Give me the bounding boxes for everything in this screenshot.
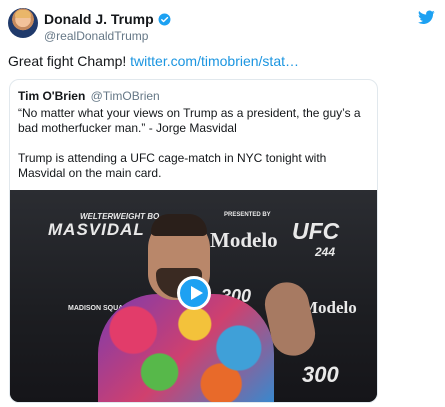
embedded-tweet: Donald J. Trump @realDonaldTrump Great f… xyxy=(0,0,445,407)
backdrop-presented-by: PRESENTED BY xyxy=(224,212,271,218)
backdrop-ufc: UFC xyxy=(292,218,340,244)
tweet-body: Great fight Champ! xyxy=(8,53,131,69)
backdrop-bottom-number: 300 xyxy=(302,362,339,387)
quoted-paragraph-2: Trump is attending a UFC cage-match in N… xyxy=(18,151,327,180)
avatar[interactable] xyxy=(8,8,38,38)
verified-badge-icon xyxy=(158,13,171,25)
quoted-text: “No matter what your views on Trump as a… xyxy=(18,106,368,196)
play-icon[interactable] xyxy=(177,276,211,310)
quoted-author-handle: @TimOBrien xyxy=(90,89,160,103)
backdrop-ufc-number: 244 xyxy=(315,245,336,259)
fighter-shirt xyxy=(98,294,274,402)
author-name[interactable]: Donald J. Trump xyxy=(44,11,154,27)
quoted-tweet[interactable]: Tim O'Brien @TimOBrien “No matter what y… xyxy=(9,79,378,403)
author-handle[interactable]: @realDonaldTrump xyxy=(44,29,148,43)
twitter-bird-icon[interactable] xyxy=(418,10,435,25)
quoted-author-name: Tim O'Brien xyxy=(18,89,86,103)
tweet-text: Great fight Champ! twitter.com/timobrien… xyxy=(8,53,299,69)
fighter-hair xyxy=(151,214,207,236)
quoted-header: Tim O'Brien @TimOBrien xyxy=(18,89,160,103)
tweet-link[interactable]: twitter.com/timobrien/stat… xyxy=(130,53,299,69)
author-name-row[interactable]: Donald J. Trump xyxy=(44,11,171,27)
video-thumbnail[interactable]: WELTERWEIGHT BO MASVIDAL PRESENTED BY Mo… xyxy=(10,190,377,402)
quoted-paragraph-1: “No matter what your views on Trump as a… xyxy=(18,106,361,135)
backdrop-fighter-name: MASVIDAL xyxy=(48,220,145,239)
backdrop-sponsor: Modelo xyxy=(210,228,278,252)
